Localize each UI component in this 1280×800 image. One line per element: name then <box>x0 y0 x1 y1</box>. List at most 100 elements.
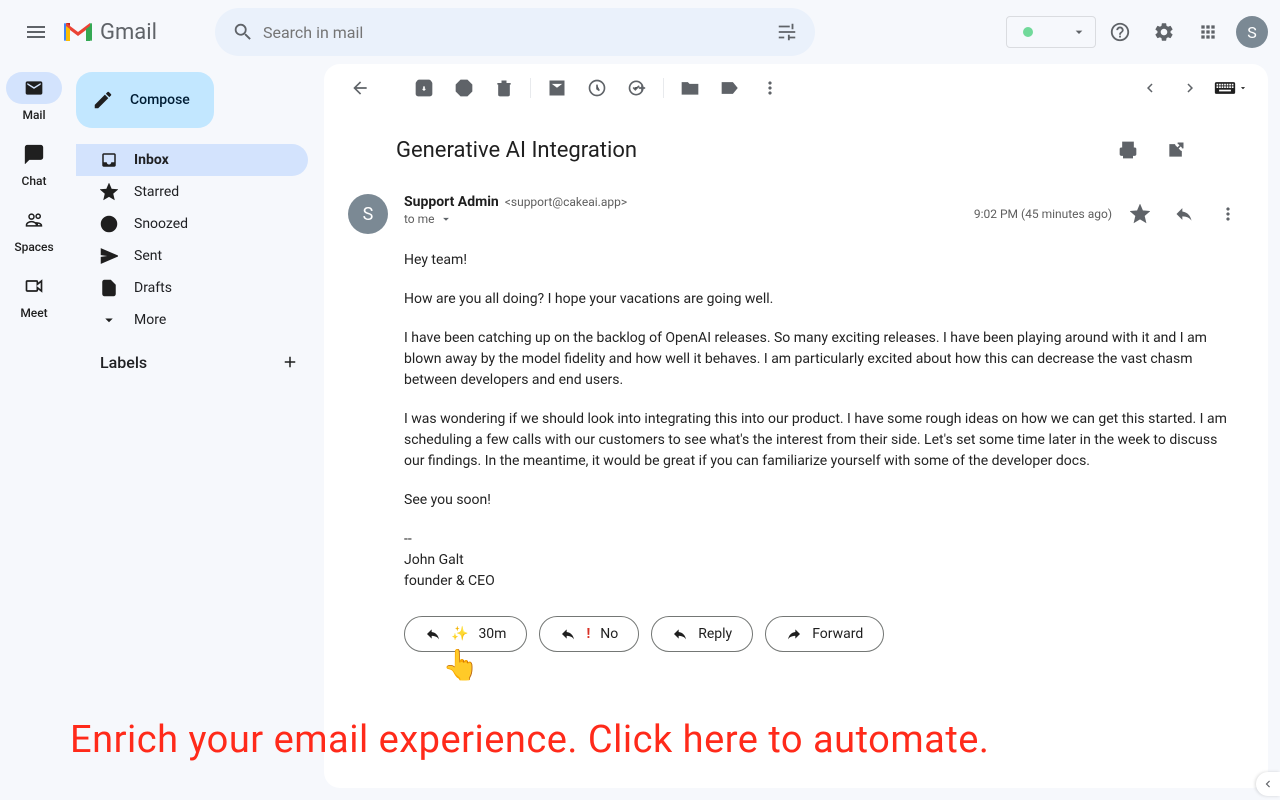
apps-grid-icon <box>1198 22 1218 42</box>
nav-drafts-label: Drafts <box>134 280 172 296</box>
report-spam-icon <box>454 78 474 98</box>
apps-button[interactable] <box>1188 12 1228 52</box>
gmail-m-icon <box>64 21 92 43</box>
signature-line: founder & CEO <box>404 571 1228 592</box>
account-avatar[interactable]: S <box>1236 16 1268 48</box>
chevron-right-icon <box>1181 79 1199 97</box>
clock-icon <box>100 215 118 233</box>
reply-icon <box>560 626 576 642</box>
reply-button[interactable]: Reply <box>651 616 753 652</box>
pointer-hand-icon: 👆 <box>442 648 479 683</box>
reply-30m-button[interactable]: ✨ 30m <box>404 616 527 652</box>
rail-mail-label: Mail <box>22 108 45 122</box>
exclaim-icon: ! <box>586 626 590 642</box>
search-options-button[interactable] <box>767 12 807 52</box>
add-task-icon <box>627 78 647 98</box>
body-paragraph: I was wondering if we should look into i… <box>404 409 1228 472</box>
reply-no-button[interactable]: ! No <box>539 616 639 652</box>
nav-drafts[interactable]: Drafts <box>76 272 308 304</box>
rail-meet-label: Meet <box>20 306 47 320</box>
archive-icon <box>414 78 434 98</box>
email-timestamp: 9:02 PM (45 minutes ago) <box>974 207 1112 221</box>
signature-line: -- <box>404 529 1228 550</box>
status-active-icon <box>1023 27 1033 37</box>
pencil-icon <box>92 89 114 111</box>
more-vert-icon <box>1218 204 1238 224</box>
folder-move-icon <box>680 78 700 98</box>
archive-button[interactable] <box>404 68 444 108</box>
print-icon <box>1118 140 1138 160</box>
body-paragraph: Hey team! <box>404 250 1228 271</box>
print-button[interactable] <box>1108 130 1148 170</box>
add-task-button[interactable] <box>617 68 657 108</box>
recipient-dropdown[interactable]: to me <box>404 212 974 226</box>
forward-button[interactable]: Forward <box>765 616 884 652</box>
nav-inbox[interactable]: Inbox <box>76 144 308 176</box>
tune-icon <box>776 21 798 43</box>
settings-button[interactable] <box>1144 12 1184 52</box>
forward-icon <box>786 626 802 642</box>
rail-meet[interactable]: Meet <box>4 270 64 320</box>
mail-icon <box>24 78 44 98</box>
side-panel-toggle[interactable] <box>1256 772 1280 796</box>
move-to-button[interactable] <box>670 68 710 108</box>
open-new-window-button[interactable] <box>1156 130 1196 170</box>
more-vert-icon <box>760 78 780 98</box>
star-message-button[interactable] <box>1124 198 1156 230</box>
promo-overlay-text: Enrich your email experience. Click here… <box>70 718 989 762</box>
compose-label: Compose <box>130 92 190 108</box>
search-bar[interactable] <box>215 8 815 56</box>
message-more-button[interactable] <box>1212 198 1244 230</box>
chevron-down-icon <box>1238 83 1248 93</box>
nav-snoozed-label: Snoozed <box>134 216 188 232</box>
input-type-select[interactable] <box>1210 77 1252 99</box>
signature-line: John Galt <box>404 550 1228 571</box>
reply-icon-button[interactable] <box>1168 198 1200 230</box>
body-paragraph: I have been catching up on the backlog o… <box>404 328 1228 391</box>
arrow-back-icon <box>350 78 370 98</box>
compose-button[interactable]: Compose <box>76 72 214 128</box>
to-line-text: to me <box>404 212 435 226</box>
status-selector[interactable] <box>1006 16 1096 48</box>
back-button[interactable] <box>340 68 380 108</box>
body-paragraph: How are you all doing? I hope your vacat… <box>404 289 1228 310</box>
spaces-icon <box>24 210 44 230</box>
inbox-icon <box>100 151 118 169</box>
newer-button[interactable] <box>1130 68 1170 108</box>
trash-icon <box>494 78 514 98</box>
reply-icon <box>425 626 441 642</box>
send-icon <box>100 247 118 265</box>
nav-starred[interactable]: Starred <box>76 176 308 208</box>
nav-snoozed[interactable]: Snoozed <box>76 208 308 240</box>
chevron-down-icon <box>100 311 118 329</box>
open-in-new-icon <box>1166 140 1186 160</box>
nav-sent-label: Sent <box>134 248 162 264</box>
spam-button[interactable] <box>444 68 484 108</box>
gmail-logo[interactable]: Gmail <box>64 20 157 45</box>
nav-sent[interactable]: Sent <box>76 240 308 272</box>
labels-button[interactable] <box>710 68 750 108</box>
chevron-left-icon <box>1141 79 1159 97</box>
labels-header: Labels <box>100 353 147 372</box>
mark-unread-button[interactable] <box>537 68 577 108</box>
rail-chat[interactable]: Chat <box>4 138 64 188</box>
search-icon[interactable] <box>223 12 263 52</box>
add-label-button[interactable] <box>276 348 304 376</box>
email-subject: Generative AI Integration <box>396 138 637 163</box>
nav-starred-label: Starred <box>134 184 179 200</box>
support-button[interactable] <box>1100 12 1140 52</box>
snooze-button[interactable] <box>577 68 617 108</box>
sender-name: Support Admin <box>404 194 499 210</box>
rail-mail[interactable]: Mail <box>4 72 64 122</box>
more-actions-button[interactable] <box>750 68 790 108</box>
rail-spaces-label: Spaces <box>14 240 53 254</box>
hamburger-icon <box>24 20 48 44</box>
nav-more-label: More <box>134 312 166 328</box>
older-button[interactable] <box>1170 68 1210 108</box>
forward-label: Forward <box>812 626 863 642</box>
rail-spaces[interactable]: Spaces <box>4 204 64 254</box>
main-menu-button[interactable] <box>12 8 60 56</box>
search-input[interactable] <box>263 23 767 42</box>
nav-more[interactable]: More <box>76 304 308 336</box>
delete-button[interactable] <box>484 68 524 108</box>
